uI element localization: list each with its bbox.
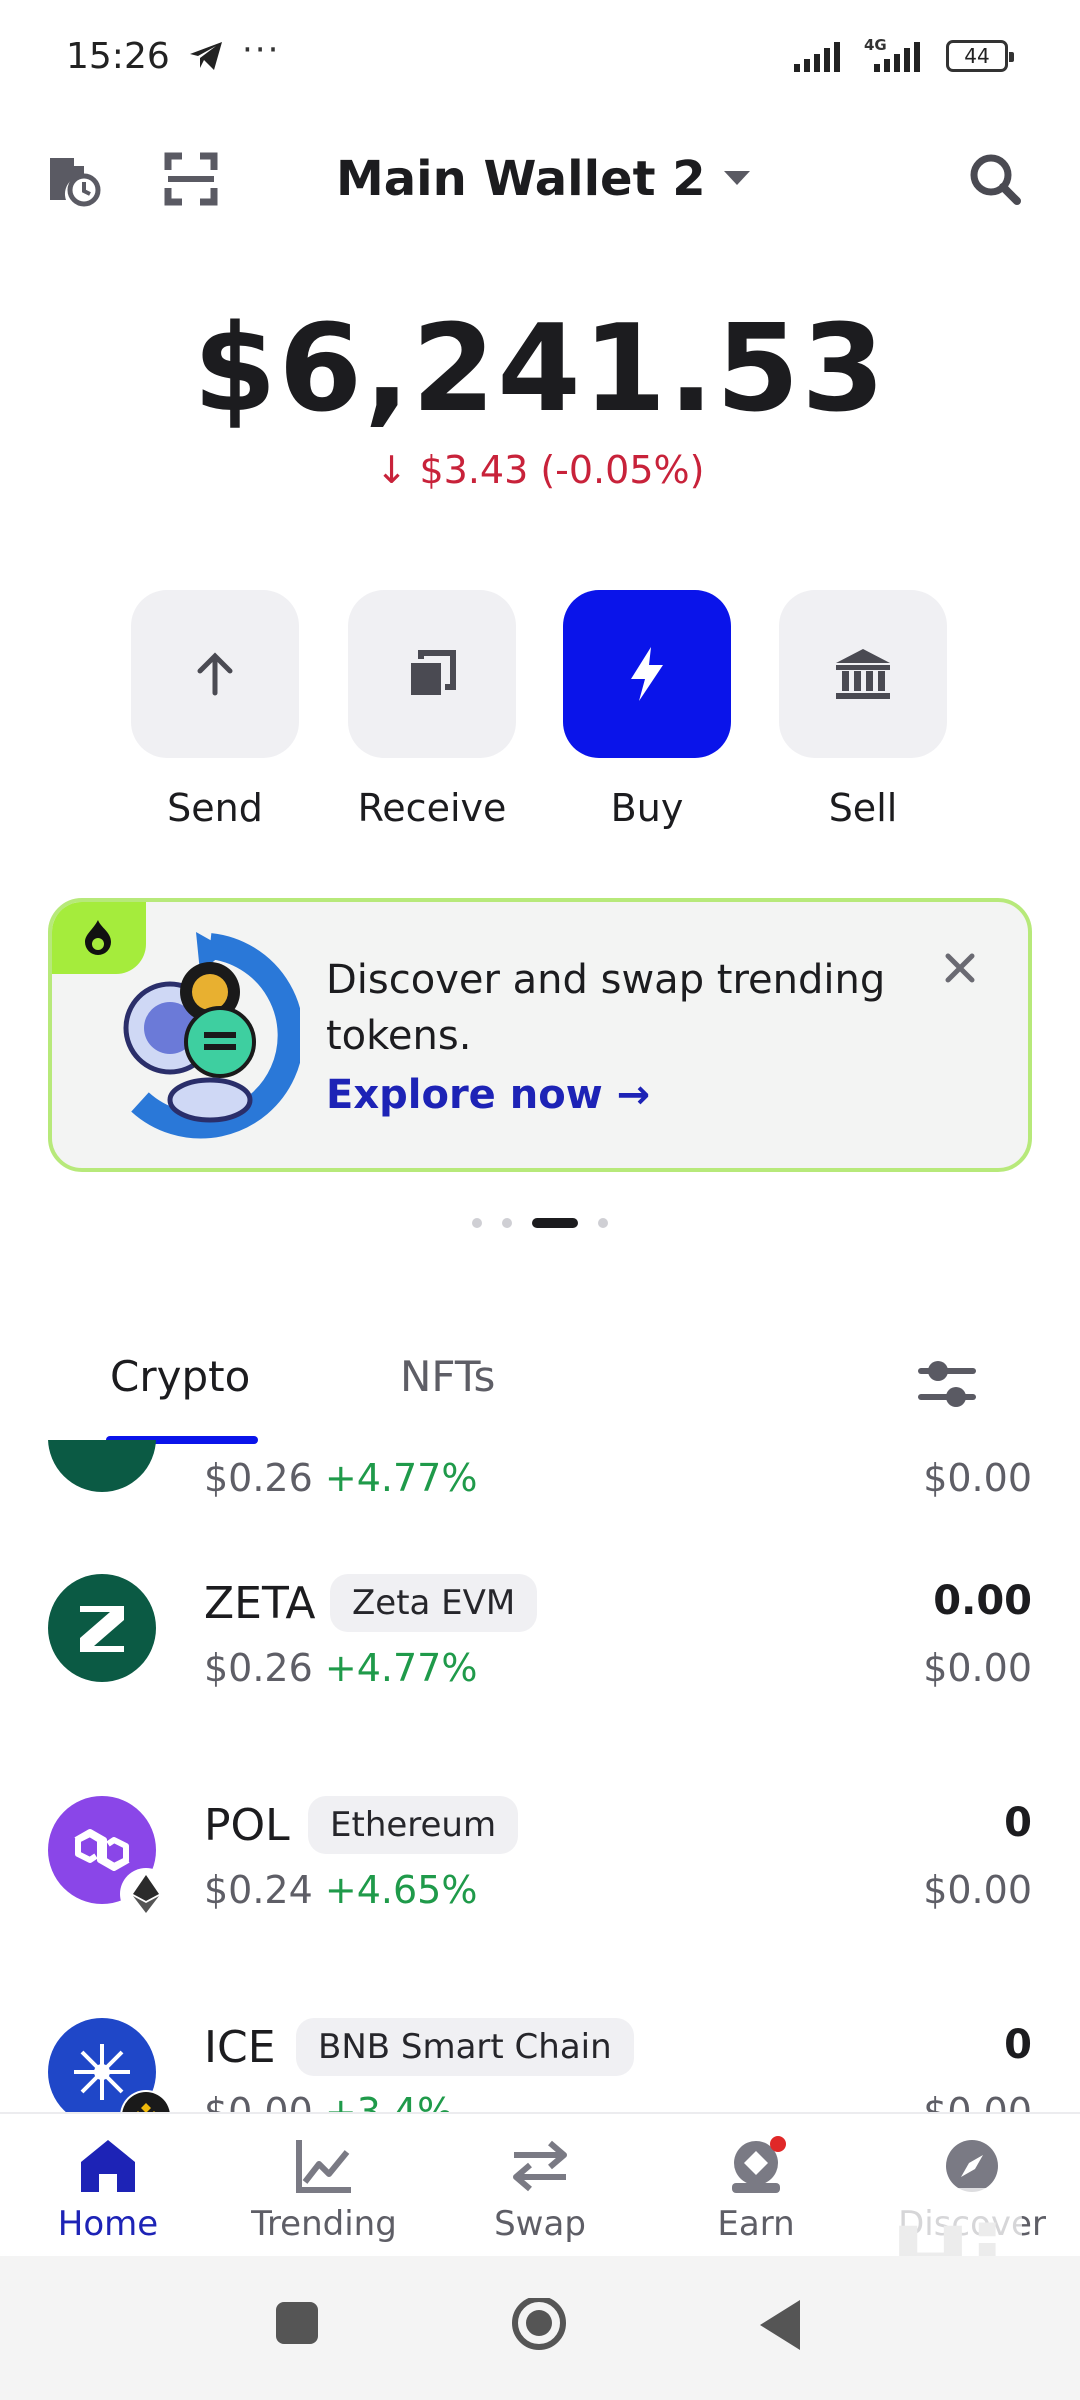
buy-button[interactable]: Buy — [562, 590, 732, 830]
nav-label: Swap — [494, 2204, 586, 2244]
telegram-icon — [190, 42, 222, 70]
token-price: $0.26 +4.77% — [204, 1456, 478, 1500]
nav-trending[interactable]: Trending — [216, 2114, 432, 2258]
receive-icon-container[interactable] — [348, 590, 516, 758]
buy-label: Buy — [610, 786, 684, 830]
token-row-zeta[interactable]: ZETA Zeta EVM $0.26 +4.77% 0.00 $0.00 — [0, 1564, 1080, 1724]
nav-label: Trending — [251, 2204, 397, 2244]
token-price: $0.26 +4.77% — [204, 1646, 478, 1690]
lightning-icon — [631, 647, 663, 701]
balance-change: ↓ $3.43 (-0.05%) — [375, 448, 705, 492]
zeta-icon — [48, 1574, 156, 1682]
filter-icon[interactable] — [916, 1356, 978, 1412]
pager-dot[interactable] — [502, 1218, 512, 1228]
recent-apps-icon[interactable] — [272, 2298, 322, 2348]
earn-icon — [724, 2134, 788, 2198]
sell-button[interactable]: Sell — [778, 590, 948, 830]
home-button-icon[interactable] — [508, 2298, 570, 2360]
buy-icon-container[interactable] — [563, 590, 731, 758]
explore-now-link[interactable]: Explore now → — [326, 1072, 650, 1118]
tab-crypto[interactable]: Crypto — [110, 1352, 250, 1401]
pager-dot[interactable] — [472, 1218, 482, 1228]
token-symbol: ICE — [204, 2022, 276, 2073]
back-icon[interactable] — [756, 2298, 804, 2352]
system-nav-bar — [0, 2256, 1080, 2400]
bank-icon — [836, 649, 890, 699]
status-time: 15:26 — [66, 36, 170, 77]
header: Main Wallet 2 — [0, 130, 1080, 230]
wallet-name: Main Wallet 2 — [336, 151, 706, 207]
token-symbol: POL — [204, 1800, 290, 1851]
token-amount: 0 — [1004, 2022, 1032, 2068]
promo-text: Discover and swap trending tokens. — [326, 957, 886, 1059]
receive-label: Receive — [357, 786, 507, 830]
nav-earn[interactable]: Earn — [648, 2114, 864, 2258]
signal-icon-2 — [874, 42, 920, 72]
nav-label: Earn — [717, 2204, 795, 2244]
token-chain-chip: Ethereum — [308, 1796, 519, 1854]
battery-indicator: 44 — [946, 40, 1014, 72]
token-price: $0.24 +4.65% — [204, 1868, 478, 1912]
token-amount: 0 — [1004, 1800, 1032, 1846]
send-icon-container[interactable] — [131, 590, 299, 758]
token-icon — [48, 1440, 156, 1492]
sell-label: Sell — [828, 786, 898, 830]
trending-icon — [292, 2134, 356, 2198]
status-more-dots: ··· — [242, 30, 281, 70]
token-value: $0.00 — [923, 2090, 1032, 2112]
swap-icon — [508, 2134, 572, 2198]
history-icon[interactable] — [38, 144, 108, 214]
scan-icon[interactable] — [156, 144, 226, 214]
token-symbol: ZETA — [204, 1578, 316, 1629]
token-value: $0.00 — [923, 1456, 1032, 1500]
token-chain-chip: BNB Smart Chain — [296, 2018, 634, 2076]
swap-tokens-illustration-icon — [123, 932, 300, 1139]
token-row-ice[interactable]: ICE BNB Smart Chain $0.00 +3.4% 0 $0.00 — [0, 2008, 1080, 2112]
sell-icon-container[interactable] — [779, 590, 947, 758]
nav-label: Home — [57, 2204, 159, 2244]
token-value: $0.00 — [923, 1646, 1032, 1690]
token-price: $0.00 +3.4% — [204, 2090, 454, 2112]
search-icon[interactable] — [960, 144, 1030, 214]
promo-banner[interactable]: Discover and swap trending tokens. Explo… — [48, 898, 1032, 1172]
receive-button[interactable]: Receive — [347, 590, 517, 830]
token-row-pol[interactable]: POL Ethereum $0.24 +4.65% 0 $0.00 — [0, 1786, 1080, 1946]
promo-pager — [0, 1218, 1080, 1228]
total-balance: $6,241.53 — [193, 300, 887, 439]
nav-home[interactable]: Home — [0, 2114, 216, 2258]
chevron-down-icon — [723, 171, 750, 185]
home-icon — [76, 2134, 140, 2198]
token-value: $0.00 — [923, 1868, 1032, 1912]
token-row[interactable]: $0.26 +4.77% $0.00 — [0, 1440, 1080, 1534]
token-chain-chip: Zeta EVM — [330, 1574, 538, 1632]
token-amount: 0.00 — [933, 1578, 1032, 1624]
action-bar: Send Receive Buy Sell — [130, 590, 950, 840]
token-list: $0.26 +4.77% $0.00 ZETA Zeta EVM $0.26 +… — [0, 1440, 1080, 2112]
arrow-up-icon — [197, 652, 233, 696]
nav-swap[interactable]: Swap — [432, 2114, 648, 2258]
close-icon[interactable] — [940, 948, 980, 988]
copy-icon — [411, 650, 456, 695]
asset-tabs: Crypto NFTs — [0, 1340, 1080, 1450]
tab-nfts[interactable]: NFTs — [400, 1352, 495, 1401]
notification-dot — [770, 2136, 786, 2152]
wallet-selector[interactable]: Main Wallet 2 — [336, 144, 750, 214]
pager-dot-active[interactable] — [532, 1218, 578, 1228]
signal-icon — [794, 42, 840, 72]
ethereum-badge-icon — [122, 1870, 170, 1918]
pager-dot[interactable] — [598, 1218, 608, 1228]
status-bar: 15:26 ··· 4G 44 — [0, 0, 1080, 118]
send-label: Send — [167, 786, 263, 830]
send-button[interactable]: Send — [130, 590, 300, 830]
